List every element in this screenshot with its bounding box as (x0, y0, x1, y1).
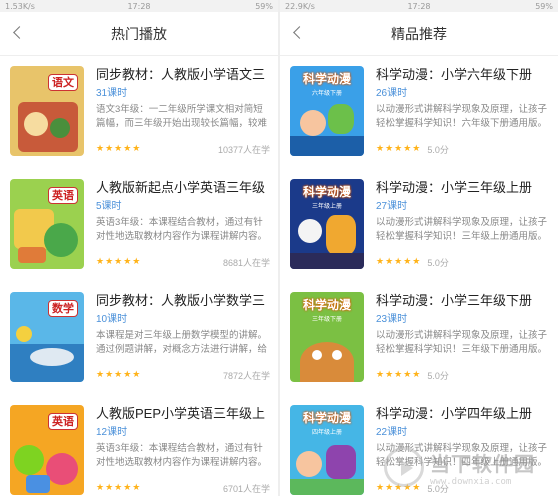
watermark-url: www.downxia.com (430, 476, 512, 487)
lesson-count: 12课时 (96, 427, 128, 438)
comic-logo: 科学动漫 (302, 411, 351, 425)
course-description: 英语3年级：本课程结合教材，通过有针对性地选取教材内容作为课程讲解内容。 (96, 217, 268, 242)
course-title: 科学动漫：小学四年级上册 (376, 406, 533, 421)
page-title: 精品推荐 (391, 25, 447, 42)
clock: 17:28 (407, 1, 431, 11)
course-cover: 数学 (10, 292, 84, 382)
clock: 17:28 (127, 1, 151, 11)
lesson-count: 5课时 (96, 201, 122, 212)
rating-stars-icon: ★★★★★ (376, 257, 422, 267)
course-cover: 科学动漫 三年级下册 (290, 292, 364, 382)
course-item[interactable]: 英语 人教版PEP小学英语三年级上 12课时 英语3年级：本课程结合教材，通过有… (0, 405, 278, 496)
course-description: 以动漫形式讲解科学现象及原理，让孩子轻松掌握科学知识！六年级下册通用版。 (376, 104, 548, 129)
rating-score: 5.0分 (427, 370, 449, 381)
lesson-count: 10课时 (96, 314, 128, 325)
course-description: 英语3年级：本课程结合教材，通过有针对性地选取教材内容作为课程讲解内容。 (96, 443, 268, 468)
subject-badge: 英语 (48, 413, 78, 430)
course-cover: 英语 (10, 179, 84, 269)
course-cover: 英语 (10, 405, 84, 495)
rating-stars-icon: ★★★★★ (96, 370, 142, 380)
lesson-count: 31课时 (96, 88, 128, 99)
course-item[interactable]: 语文 同步教材：人教版小学语文三 31课时 语文3年级：一二年级所学课文相对简短… (0, 66, 278, 179)
comic-logo: 科学动漫 (302, 185, 351, 199)
rating-score: 5.0分 (427, 144, 449, 155)
course-item[interactable]: 数学 同步教材：人教版小学数学三 10课时 本课程是对三年级上册数学模型的讲解。… (0, 292, 278, 405)
course-title: 人教版新起点小学英语三年级 (96, 180, 266, 195)
comic-subtitle: 四年级上册 (311, 429, 342, 436)
course-description: 本课程是对三年级上册数学模型的讲解。通过例题讲解，对概念方法进行讲解，给 (96, 330, 268, 355)
course-cover: 科学动漫 四年级上册 (290, 405, 364, 495)
course-description: 以动漫形式讲解科学现象及原理，让孩子轻松掌握科学知识！三年级上册通用版。 (376, 217, 548, 242)
rating-stars-icon: ★★★★★ (96, 257, 142, 267)
learner-count: 6701人在学 (222, 483, 270, 494)
site-watermark: 当下软件园 www.downxia.com (384, 442, 554, 492)
status-bar: 22.9K/s 17:28 59% (280, 0, 558, 12)
course-title: 科学动漫：小学三年级上册 (376, 180, 533, 195)
course-list: 科学动漫 六年级下册 科学动漫：小学六年级下册 26课时 以动漫形式讲解科学现象… (280, 56, 558, 496)
battery-level: 59% (255, 1, 273, 11)
network-speed: 1.53K/s (5, 1, 35, 11)
network-speed: 22.9K/s (285, 1, 315, 11)
rating-stars-icon: ★★★★★ (376, 144, 422, 154)
back-arrow-icon[interactable] (290, 24, 308, 42)
learner-count: 7872人在学 (222, 370, 270, 381)
battery-level: 59% (535, 1, 553, 11)
course-item[interactable]: 科学动漫 三年级上册 科学动漫：小学三年级上册 27课时 以动漫形式讲解科学现象… (280, 179, 558, 292)
watermark-name: 当下软件园 (430, 453, 535, 476)
lesson-count: 23课时 (376, 314, 408, 325)
comic-subtitle: 六年级下册 (311, 90, 342, 97)
course-list: 语文 同步教材：人教版小学语文三 31课时 语文3年级：一二年级所学课文相对简短… (0, 56, 278, 496)
status-bar: 1.53K/s 17:28 59% (0, 0, 278, 12)
lesson-count: 26课时 (376, 88, 408, 99)
course-title: 人教版PEP小学英语三年级上 (96, 406, 266, 421)
comic-subtitle: 三年级上册 (311, 203, 342, 210)
nav-bar: 精品推荐 (280, 12, 558, 56)
rating-score: 5.0分 (427, 257, 449, 268)
course-cover: 科学动漫 六年级下册 (290, 66, 364, 156)
comic-logo: 科学动漫 (302, 72, 351, 86)
comic-logo: 科学动漫 (302, 298, 351, 312)
course-item[interactable]: 英语 人教版新起点小学英语三年级 5课时 英语3年级：本课程结合教材，通过有针对… (0, 179, 278, 292)
recommended-screen: 22.9K/s 17:28 59% 精品推荐 科学动漫 六年级下册 科学动漫：小… (280, 0, 558, 496)
nav-bar: 热门播放 (0, 12, 278, 56)
learner-count: 8681人在学 (222, 257, 270, 268)
rating-stars-icon: ★★★★★ (96, 144, 142, 154)
page-title: 热门播放 (111, 25, 167, 42)
learner-count: 10377人在学 (217, 144, 270, 155)
course-cover: 语文 (10, 66, 84, 156)
course-item[interactable]: 科学动漫 六年级下册 科学动漫：小学六年级下册 26课时 以动漫形式讲解科学现象… (280, 66, 558, 179)
course-title: 科学动漫：小学三年级下册 (376, 293, 533, 308)
course-item[interactable]: 科学动漫 三年级下册 科学动漫：小学三年级下册 23课时 以动漫形式讲解科学现象… (280, 292, 558, 405)
subject-badge: 英语 (48, 187, 78, 204)
lesson-count: 27课时 (376, 201, 408, 212)
subject-badge: 数学 (48, 300, 78, 317)
back-arrow-icon[interactable] (10, 24, 28, 42)
course-description: 以动漫形式讲解科学现象及原理，让孩子轻松掌握科学知识！三年级下册通用版。 (376, 330, 548, 355)
course-title: 同步教材：人教版小学数学三 (96, 293, 266, 308)
course-title: 科学动漫：小学六年级下册 (376, 67, 533, 82)
lesson-count: 22课时 (376, 427, 408, 438)
course-description: 语文3年级：一二年级所学课文相对简短篇幅，而三年级开始出现较长篇幅，较难 (96, 104, 268, 129)
play-logo-icon (384, 447, 424, 487)
course-cover: 科学动漫 三年级上册 (290, 179, 364, 269)
rating-stars-icon: ★★★★★ (376, 370, 422, 380)
comic-subtitle: 三年级下册 (311, 316, 342, 323)
rating-stars-icon: ★★★★★ (96, 483, 142, 493)
subject-badge: 语文 (48, 74, 78, 91)
course-title: 同步教材：人教版小学语文三 (96, 67, 266, 82)
hot-play-screen: 1.53K/s 17:28 59% 热门播放 语文 同步教材：人教版小学语文三 … (0, 0, 278, 496)
